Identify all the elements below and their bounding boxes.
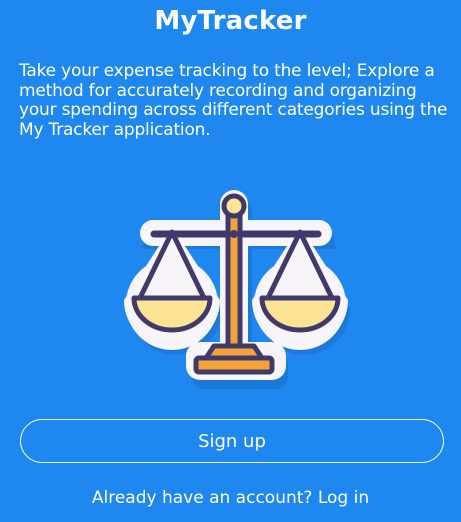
sign-up-label: Sign up — [198, 430, 266, 452]
balance-scale-icon — [118, 180, 354, 408]
login-prompt-row: Already have an account? Log in — [0, 488, 461, 508]
log-in-link[interactable]: Log in — [318, 488, 369, 508]
welcome-screen: MyTracker Take your expense tracking to … — [0, 0, 461, 522]
app-title: MyTracker — [154, 6, 307, 36]
login-prompt-text: Already have an account? — [91, 488, 313, 508]
sign-up-button[interactable]: Sign up — [20, 419, 444, 463]
intro-description: Take your expense tracking to the level;… — [19, 61, 448, 140]
